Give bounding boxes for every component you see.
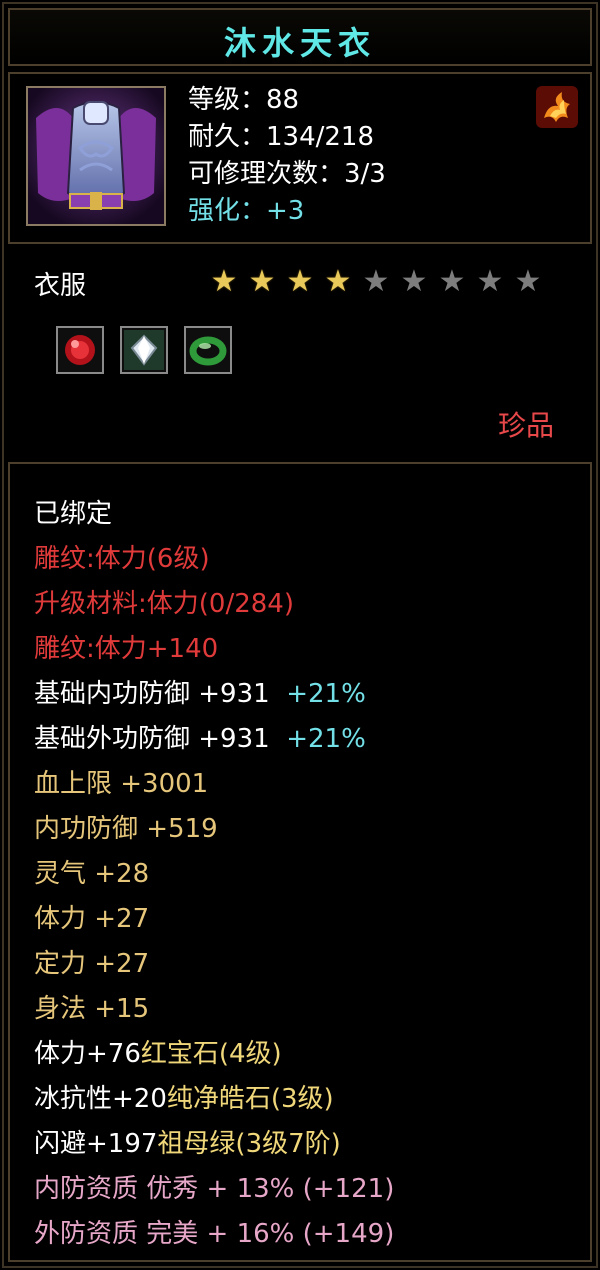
star-filled-icon: ★	[324, 264, 352, 299]
star-filled-icon: ★	[286, 264, 314, 299]
gem-bonus-2-name: 纯净皓石(3级)	[166, 1084, 334, 1114]
base-inner-defense-value: 基础内功防御 +931	[34, 679, 270, 709]
base-inner-defense-pct: +21%	[286, 679, 366, 709]
item-tooltip: 沐水天衣 等级：88 耐久：134/218 可修理次数：3/3 强化：+3 衣服…	[0, 0, 600, 1270]
armor-portrait-icon	[26, 86, 166, 226]
base-inner-defense: 基础内功防御 +931 +21%	[34, 672, 394, 717]
inner-defense: 内功防御 +519	[34, 814, 218, 844]
star-empty-icon: ★	[514, 264, 542, 299]
gem-bonus-1-stat: 体力+76	[34, 1039, 141, 1069]
enhance-value: +3	[266, 196, 305, 226]
star-rating: ★ ★ ★ ★ ★ ★ ★ ★ ★	[208, 266, 544, 298]
enhance-line: 强化：+3	[188, 193, 386, 230]
header-panel: 等级：88 耐久：134/218 可修理次数：3/3 强化：+3	[8, 72, 592, 244]
base-outer-defense-pct: +21%	[286, 724, 366, 754]
attribute-list: 已绑定 雕纹:体力(6级) 升级材料:体力(0/284) 雕纹:体力+140 基…	[34, 492, 394, 1257]
engrave-bonus: 雕纹:体力+140	[34, 634, 219, 664]
item-name: 沐水天衣	[223, 24, 376, 62]
inner-defense-quality: 内防资质 优秀 + 13% (+121)	[34, 1174, 395, 1204]
engrave-level: 雕纹:体力(6级)	[34, 544, 210, 574]
agility: 身法 +15	[34, 994, 150, 1024]
star-filled-icon: ★	[210, 264, 238, 299]
repair-count-line: 可修理次数：3/3	[188, 159, 386, 189]
base-outer-defense-value: 基础外功防御 +931	[34, 724, 270, 754]
gem-bonus-3-name: 祖母绿(3级7阶)	[157, 1129, 341, 1159]
level-line: 等级：88	[188, 85, 300, 115]
gem-slots	[56, 326, 232, 374]
gem-slot-3[interactable]	[184, 326, 232, 374]
basic-info: 等级：88 耐久：134/218 可修理次数：3/3 强化：+3	[188, 82, 386, 230]
star-empty-icon: ★	[476, 264, 504, 299]
rarity-label: 珍品	[497, 409, 554, 442]
gem-bonus-2: 冰抗性+20纯净皓石(3级)	[34, 1077, 394, 1122]
gem-slot-1[interactable]	[56, 326, 104, 374]
attribute-panel: 已绑定 雕纹:体力(6级) 升级材料:体力(0/284) 雕纹:体力+140 基…	[8, 462, 592, 1262]
bound-status: 已绑定	[34, 499, 113, 529]
star-empty-icon: ★	[400, 264, 428, 299]
red-ruby-gem-icon	[65, 335, 95, 365]
star-empty-icon: ★	[362, 264, 390, 299]
gem-bonus-1-name: 红宝石(4级)	[140, 1039, 282, 1069]
enhance-label: 强化：	[188, 196, 267, 226]
gem-slot-2[interactable]	[120, 326, 168, 374]
fire-emblem-icon	[536, 86, 578, 128]
hp-max: 血上限 +3001	[34, 769, 209, 799]
star-empty-icon: ★	[438, 264, 466, 299]
title-bar: 沐水天衣	[8, 8, 592, 66]
durability-line: 耐久：134/218	[188, 122, 375, 152]
gem-bonus-3-stat: 闪避+197	[34, 1129, 158, 1159]
stamina: 体力 +27	[34, 904, 150, 934]
upgrade-material: 升级材料:体力(0/284)	[34, 589, 294, 619]
item-type: 衣服	[34, 271, 87, 301]
gem-bonus-2-stat: 冰抗性+20	[34, 1084, 167, 1114]
base-outer-defense: 基础外功防御 +931 +21%	[34, 717, 394, 762]
star-filled-icon: ★	[248, 264, 276, 299]
gem-bonus-1: 体力+76红宝石(4级)	[34, 1032, 394, 1077]
gem-bonus-3: 闪避+197祖母绿(3级7阶)	[34, 1122, 394, 1167]
green-jade-ring-icon	[189, 336, 227, 366]
spirit: 灵气 +28	[34, 859, 150, 889]
white-diamond-gem-icon	[124, 330, 164, 370]
outer-defense-quality: 外防资质 完美 + 16% (+149)	[34, 1219, 395, 1249]
focus: 定力 +27	[34, 949, 150, 979]
